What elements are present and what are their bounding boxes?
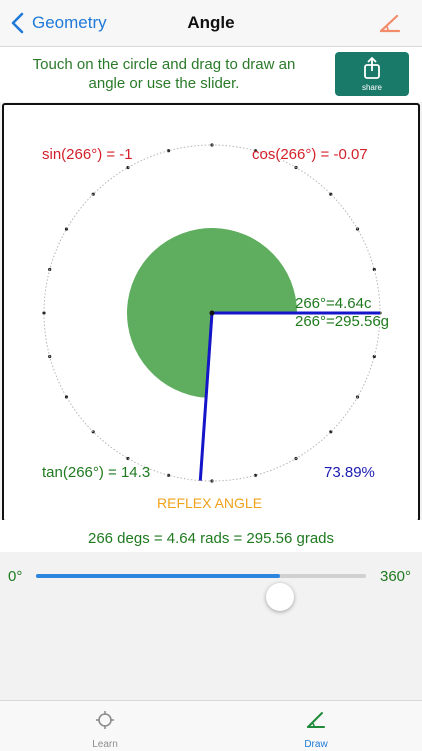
grad-measure: 266°=295.56g <box>295 313 390 330</box>
instruction-panel: Touch on the circle and drag to draw an … <box>0 47 422 102</box>
angle-slider-panel: 0° 360° <box>0 553 422 611</box>
angle-icon[interactable] <box>378 11 402 35</box>
conversion-summary: 266 degs = 4.64 rads = 295.56 grads <box>87 530 335 547</box>
slider-thumb[interactable] <box>265 583 294 611</box>
slider-max-label: 360° <box>380 568 412 585</box>
summary-panel: 266 degs = 4.64 rads = 295.56 grads <box>0 520 422 552</box>
tab-draw-label: Draw <box>304 739 328 750</box>
angle-canvas[interactable]: sin(266°) = -1 cos(266°) = -0.07 266°=4.… <box>2 103 420 522</box>
tan-value: tan(266°) = 14.3 <box>42 464 151 481</box>
tab-learn[interactable]: Learn <box>45 701 165 751</box>
navigation-bar: Geometry Angle <box>0 0 422 47</box>
share-label: share <box>361 83 382 92</box>
share-button[interactable]: share <box>335 52 409 96</box>
cos-value: cos(266°) = -0.07 <box>252 146 368 163</box>
sin-value: sin(266°) = -1 <box>42 146 133 163</box>
draw-icon <box>307 712 325 728</box>
slider-fill <box>36 574 280 578</box>
vertex-point <box>209 310 215 316</box>
crosshair-icon <box>96 711 114 729</box>
tab-learn-label: Learn <box>92 739 118 750</box>
angle-slider[interactable] <box>36 574 366 611</box>
circular-measure: 266°=4.64c <box>295 295 372 312</box>
instruction-text: Touch on the circle and drag to draw an … <box>32 56 296 92</box>
angle-type-label: REFLEX ANGLE <box>157 495 263 511</box>
tab-draw[interactable]: Draw <box>256 701 376 751</box>
slider-min-label: 0° <box>8 568 23 585</box>
page-title: Angle <box>187 13 235 32</box>
tab-bar: Learn Draw <box>0 700 422 751</box>
percent-value: 73.89% <box>324 464 375 481</box>
share-icon <box>364 57 380 79</box>
